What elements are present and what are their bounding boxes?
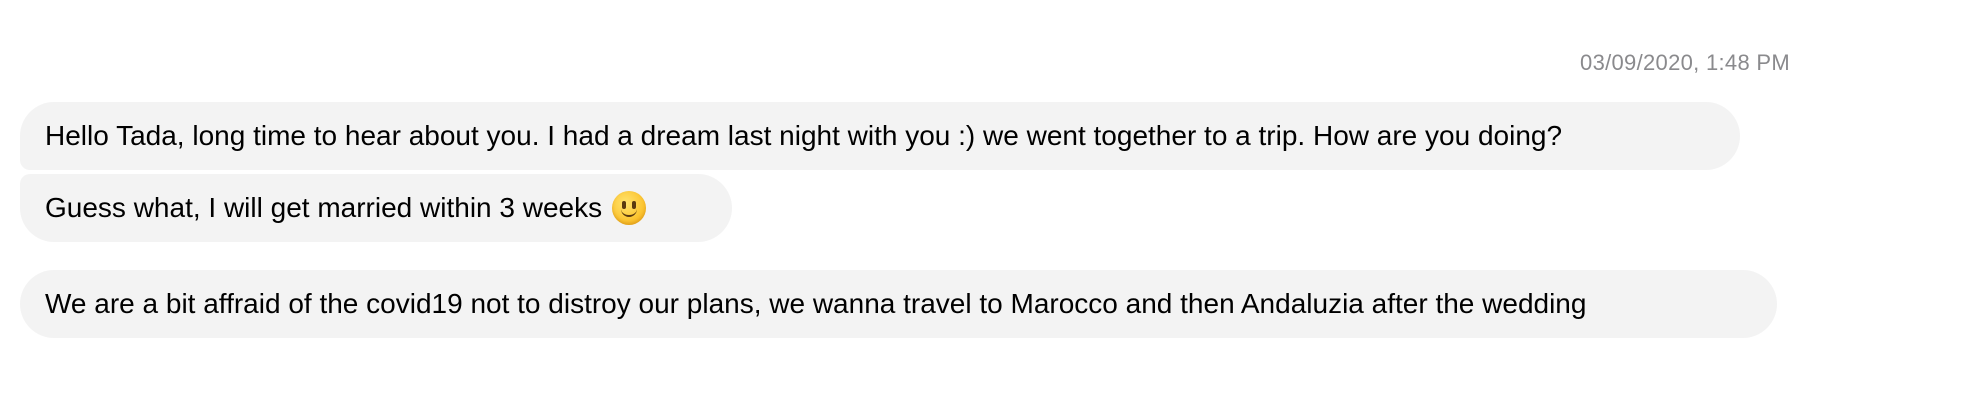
message-thread: 03/09/2020, 1:48 PM Hello Tada, long tim… <box>0 0 1988 412</box>
message-text: Hello Tada, long time to hear about you.… <box>45 120 1563 151</box>
message-bubble[interactable]: Hello Tada, long time to hear about you.… <box>20 102 1740 170</box>
message-timestamp: 03/09/2020, 1:48 PM <box>1580 50 1790 75</box>
message-text: Guess what, I will get married within 3 … <box>45 192 603 223</box>
message-text: We are a bit affraid of the covid19 not … <box>45 288 1587 319</box>
message-bubble[interactable]: We are a bit affraid of the covid19 not … <box>20 270 1777 338</box>
message-bubble[interactable]: Guess what, I will get married within 3 … <box>20 174 732 242</box>
slightly-smiling-face-icon <box>612 191 647 225</box>
